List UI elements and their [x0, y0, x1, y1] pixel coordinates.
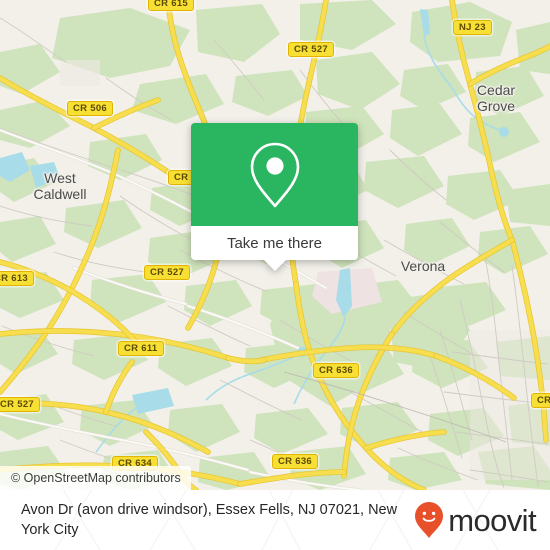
road-shield: CR 615 [148, 0, 195, 11]
road-shield: CR 506 [67, 101, 114, 116]
road-shield: CR 527 [0, 397, 41, 412]
footer-bar: Avon Dr (avon drive windsor), Essex Fell… [0, 490, 550, 550]
moovit-wordmark: moovit [448, 502, 536, 538]
location-popup-card[interactable]: Take me there [191, 123, 358, 271]
road-shield: CR 636 [272, 454, 319, 469]
place-label-cedar-grove: Cedar Grove [476, 82, 516, 114]
road-shield: NJ 23 [453, 20, 492, 35]
map-attribution-bar[interactable]: © OpenStreetMap contributors [0, 466, 191, 490]
popup-tail-pointer [263, 260, 286, 271]
attribution-text: © OpenStreetMap contributors [11, 471, 181, 485]
road-shield: CR 636 [313, 363, 360, 378]
road-shield: CR 527 [144, 265, 191, 280]
popup-header [191, 123, 358, 226]
road-shield: CR 527 [288, 42, 335, 57]
place-label-west-caldwell: West Caldwell [33, 170, 87, 202]
moovit-logo[interactable]: moovit [414, 501, 537, 539]
address-text: Avon Dr (avon drive windsor), Essex Fell… [21, 502, 398, 538]
map-screenshot: .wood { fill:#CFE3BC; } .grass{ fill:#DD… [0, 0, 550, 550]
take-me-there-label: Take me there [226, 234, 323, 252]
map-pin-icon [250, 142, 299, 207]
road-shield: CR 613 [0, 271, 35, 286]
map-canvas[interactable]: .wood { fill:#CFE3BC; } .grass{ fill:#DD… [0, 0, 550, 490]
road-shield: CR 611 [118, 341, 164, 356]
road-shield: CR [531, 393, 550, 408]
moovit-smiley-pin-icon [415, 502, 444, 538]
popup-footer[interactable]: Take me there [191, 226, 358, 260]
place-label-verona: Verona [400, 258, 446, 274]
